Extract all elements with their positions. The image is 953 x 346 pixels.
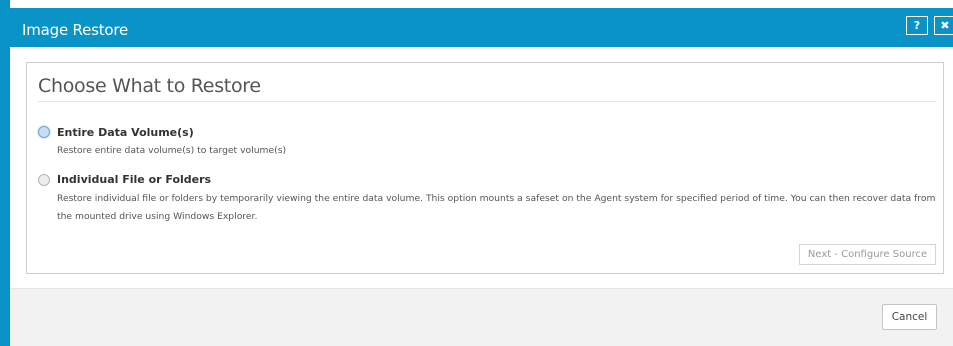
individual-files-description: Restore individual file or folders by te… xyxy=(57,193,936,222)
cancel-button[interactable]: Cancel xyxy=(882,304,937,330)
divider xyxy=(38,101,936,102)
close-icon[interactable]: ✖ xyxy=(934,16,953,35)
individual-files-label[interactable]: Individual File or Folders xyxy=(57,173,211,186)
help-icon[interactable]: ? xyxy=(906,16,928,35)
dialog-title: Image Restore xyxy=(22,21,129,39)
restore-options-panel: Choose What to Restore Entire Data Volum… xyxy=(26,62,944,274)
section-title: Choose What to Restore xyxy=(38,75,261,97)
next-configure-source-button[interactable]: Next - Configure Source xyxy=(799,244,936,265)
dialog-footer: Cancel xyxy=(10,288,953,346)
entire-data-volume-label[interactable]: Entire Data Volume(s) xyxy=(57,126,194,139)
individual-files-radio[interactable] xyxy=(38,174,50,186)
dialog-titlebar: Image Restore ? ✖ xyxy=(10,8,953,47)
entire-data-volume-radio[interactable] xyxy=(38,126,50,138)
entire-data-volume-description: Restore entire data volume(s) to target … xyxy=(57,145,287,156)
left-accent-bar xyxy=(0,0,10,346)
image-restore-dialog: Image Restore ? ✖ Choose What to Restore… xyxy=(10,8,953,346)
